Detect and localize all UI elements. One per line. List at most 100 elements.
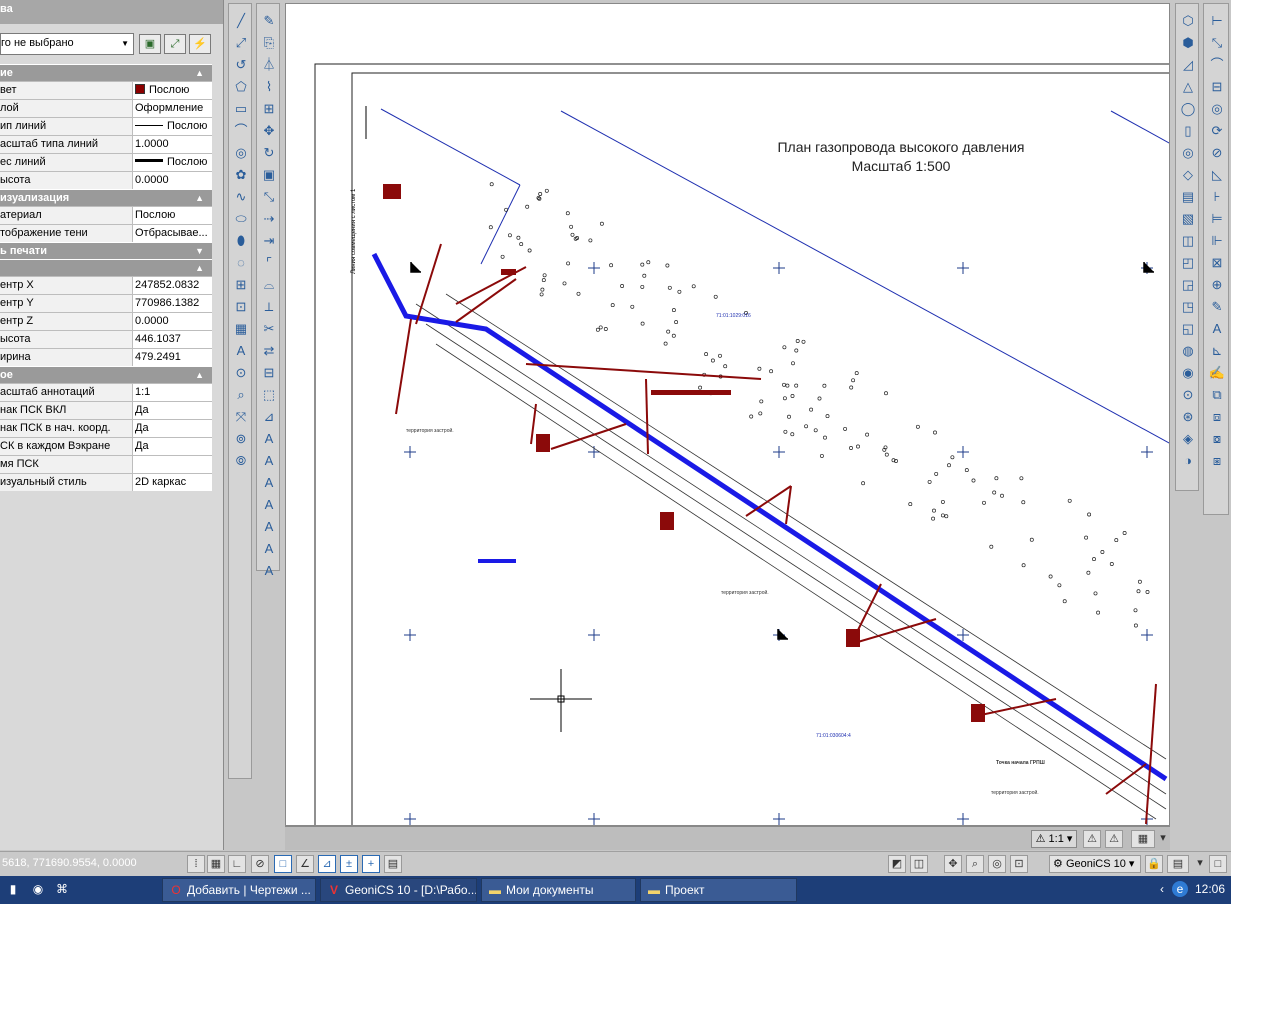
properties-section-header[interactable]: ь печати ▼ xyxy=(0,242,212,259)
draw-tool-icon[interactable]: ⤧ xyxy=(232,408,250,426)
property-value[interactable]: 1:1 xyxy=(133,384,212,401)
ducs-button[interactable]: ⊿ xyxy=(318,855,336,873)
modify-tool-icon[interactable]: A xyxy=(260,474,278,492)
modify-tool-icon[interactable]: ⌇ xyxy=(260,78,278,96)
property-value[interactable]: 0.0000 xyxy=(133,172,212,189)
property-row[interactable]: асштаб аннотаций 1:1 xyxy=(0,383,212,401)
dimension-tool-icon[interactable]: ⊠ xyxy=(1208,254,1226,272)
modify-tool-icon[interactable]: ⊿ xyxy=(260,408,278,426)
pan-button[interactable]: ✥ xyxy=(944,855,962,873)
property-row[interactable]: мя ПСК xyxy=(0,455,212,473)
dimension-tool-icon[interactable]: ⊘ xyxy=(1208,144,1226,162)
modify-tool-icon[interactable]: A xyxy=(260,452,278,470)
select-objects-button[interactable]: ⤢ xyxy=(164,34,186,54)
otrack-button[interactable]: ∠ xyxy=(296,855,314,873)
dimension-tool-icon[interactable]: ⧉ xyxy=(1208,386,1226,404)
modeling-tool-icon[interactable]: △ xyxy=(1179,78,1197,96)
modeling-tool-icon[interactable]: ◿ xyxy=(1179,56,1197,74)
showmotion-button[interactable]: ⊡ xyxy=(1010,855,1028,873)
modeling-tool-icon[interactable]: ▤ xyxy=(1179,188,1197,206)
draw-tool-icon[interactable]: ↺ xyxy=(232,56,250,74)
dimension-tool-icon[interactable]: ⧆ xyxy=(1208,452,1226,470)
property-row[interactable]: нак ПСК ВКЛ Да xyxy=(0,401,212,419)
snap-button[interactable]: ⁞ xyxy=(187,855,205,873)
lineweight-button[interactable]: + xyxy=(362,855,380,873)
modify-tool-icon[interactable]: ↻ xyxy=(260,144,278,162)
modify-tool-icon[interactable]: ▣ xyxy=(260,166,278,184)
dimension-tool-icon[interactable]: ◎ xyxy=(1208,100,1226,118)
auto-scale-button[interactable]: ⚠ xyxy=(1105,830,1123,848)
modify-tool-icon[interactable]: ⬚ xyxy=(260,386,278,404)
draw-tool-icon[interactable]: ⬮ xyxy=(232,232,250,250)
modeling-tool-icon[interactable]: ◎ xyxy=(1179,144,1197,162)
property-value[interactable]: Оформление xyxy=(133,100,212,117)
modeling-tool-icon[interactable]: ▧ xyxy=(1179,210,1197,228)
draw-tool-icon[interactable]: ∿ xyxy=(232,188,250,206)
taskbar-item-browser[interactable]: O Добавить | Чертежи ... xyxy=(162,878,316,902)
status-menu-button[interactable]: ▾ xyxy=(1195,855,1205,873)
draw-tool-icon[interactable]: ⊡ xyxy=(232,298,250,316)
modeling-tool-icon[interactable]: ◯ xyxy=(1179,100,1197,118)
annotation-visibility-button[interactable]: ⚠ xyxy=(1083,830,1101,848)
modeling-tool-icon[interactable]: ◈ xyxy=(1179,430,1197,448)
modify-tool-icon[interactable]: A xyxy=(260,540,278,558)
property-row[interactable]: тображение тени Отбрасывае... xyxy=(0,224,212,242)
status-tray-button[interactable]: ▤ xyxy=(1167,855,1189,873)
dimension-tool-icon[interactable]: ⊦ xyxy=(1208,188,1226,206)
property-row[interactable]: атериал Послою xyxy=(0,206,212,224)
modify-tool-icon[interactable]: A xyxy=(260,430,278,448)
modeling-tool-icon[interactable]: ◉ xyxy=(1179,364,1197,382)
properties-section-header[interactable]: ▲ xyxy=(0,259,212,276)
property-row[interactable]: ирина 479.2491 xyxy=(0,348,212,366)
dimension-tool-icon[interactable]: ⧇ xyxy=(1208,430,1226,448)
property-row[interactable]: изуальный стиль 2D каркас xyxy=(0,473,212,491)
modeling-tool-icon[interactable]: ◑ xyxy=(1179,452,1197,470)
dimension-tool-icon[interactable]: ⊟ xyxy=(1208,78,1226,96)
property-value[interactable]: 247852.0832 xyxy=(133,277,212,294)
modeling-tool-icon[interactable]: ◰ xyxy=(1179,254,1197,272)
layout-button[interactable]: ◫ xyxy=(910,855,928,873)
property-value[interactable]: Да xyxy=(133,420,212,437)
modify-tool-icon[interactable]: ⇢ xyxy=(260,210,278,228)
draw-tool-icon[interactable]: ⌕ xyxy=(232,386,250,404)
property-value[interactable]: 2D каркас xyxy=(133,474,212,491)
drawing-canvas[interactable]: территория застрой. территория застрой. … xyxy=(285,3,1170,826)
dimension-tool-icon[interactable]: ⧈ xyxy=(1208,408,1226,426)
property-value[interactable]: Отбрасывае... xyxy=(133,225,212,242)
modify-tool-icon[interactable]: ⟂ xyxy=(260,298,278,316)
steeringwheel-button[interactable]: ◎ xyxy=(988,855,1006,873)
quick-select-button[interactable]: ⚡ xyxy=(189,34,211,54)
dimension-tool-icon[interactable]: ⊨ xyxy=(1208,210,1226,228)
modify-tool-icon[interactable]: ⎘ xyxy=(260,34,278,52)
draw-tool-icon[interactable]: ⊙ xyxy=(232,364,250,382)
modify-tool-icon[interactable]: A xyxy=(260,562,278,580)
property-row[interactable]: ип линий Послою xyxy=(0,117,212,135)
modeling-tool-icon[interactable]: ⊛ xyxy=(1179,408,1197,426)
taskbar-item-project[interactable]: ▬ Проект xyxy=(640,878,797,902)
property-row[interactable]: ентр X 247852.0832 xyxy=(0,276,212,294)
modeling-tool-icon[interactable]: ▯ xyxy=(1179,122,1197,140)
draw-tool-icon[interactable]: ◌ xyxy=(232,254,250,272)
property-value[interactable]: Да xyxy=(133,438,212,455)
property-value[interactable] xyxy=(133,456,212,473)
property-row[interactable]: СК в каждом Вэкране Да xyxy=(0,437,212,455)
modify-tool-icon[interactable]: A xyxy=(260,496,278,514)
draw-tool-icon[interactable]: ╱ xyxy=(232,12,250,30)
dimension-tool-icon[interactable]: ✎ xyxy=(1208,298,1226,316)
taskbar-item-documents[interactable]: ▬ Мои документы xyxy=(481,878,636,902)
property-row[interactable]: ентр Y 770986.1382 xyxy=(0,294,212,312)
model-button[interactable]: ◩ xyxy=(888,855,906,873)
property-row[interactable]: нак ПСК в нач. коорд. Да xyxy=(0,419,212,437)
lock-button[interactable]: 🔒 xyxy=(1145,855,1163,873)
property-value[interactable]: Послою xyxy=(133,207,212,224)
draw-tool-icon[interactable]: ◎ xyxy=(232,144,250,162)
properties-section-header[interactable]: изуализация ▲ xyxy=(0,189,212,206)
dyn-button[interactable]: ± xyxy=(340,855,358,873)
clean-screen-button[interactable]: □ xyxy=(1209,855,1227,873)
ortho-button[interactable]: ∟ xyxy=(228,855,246,873)
modeling-tool-icon[interactable]: ⊙ xyxy=(1179,386,1197,404)
draw-tool-icon[interactable]: ▭ xyxy=(232,100,250,118)
quicklaunch-opera-icon[interactable]: ◉ xyxy=(30,881,46,897)
workspace-switch-button[interactable]: ⚙ GeoniCS 10 ▾ xyxy=(1049,855,1141,873)
property-value[interactable]: 0.0000 xyxy=(133,313,212,330)
